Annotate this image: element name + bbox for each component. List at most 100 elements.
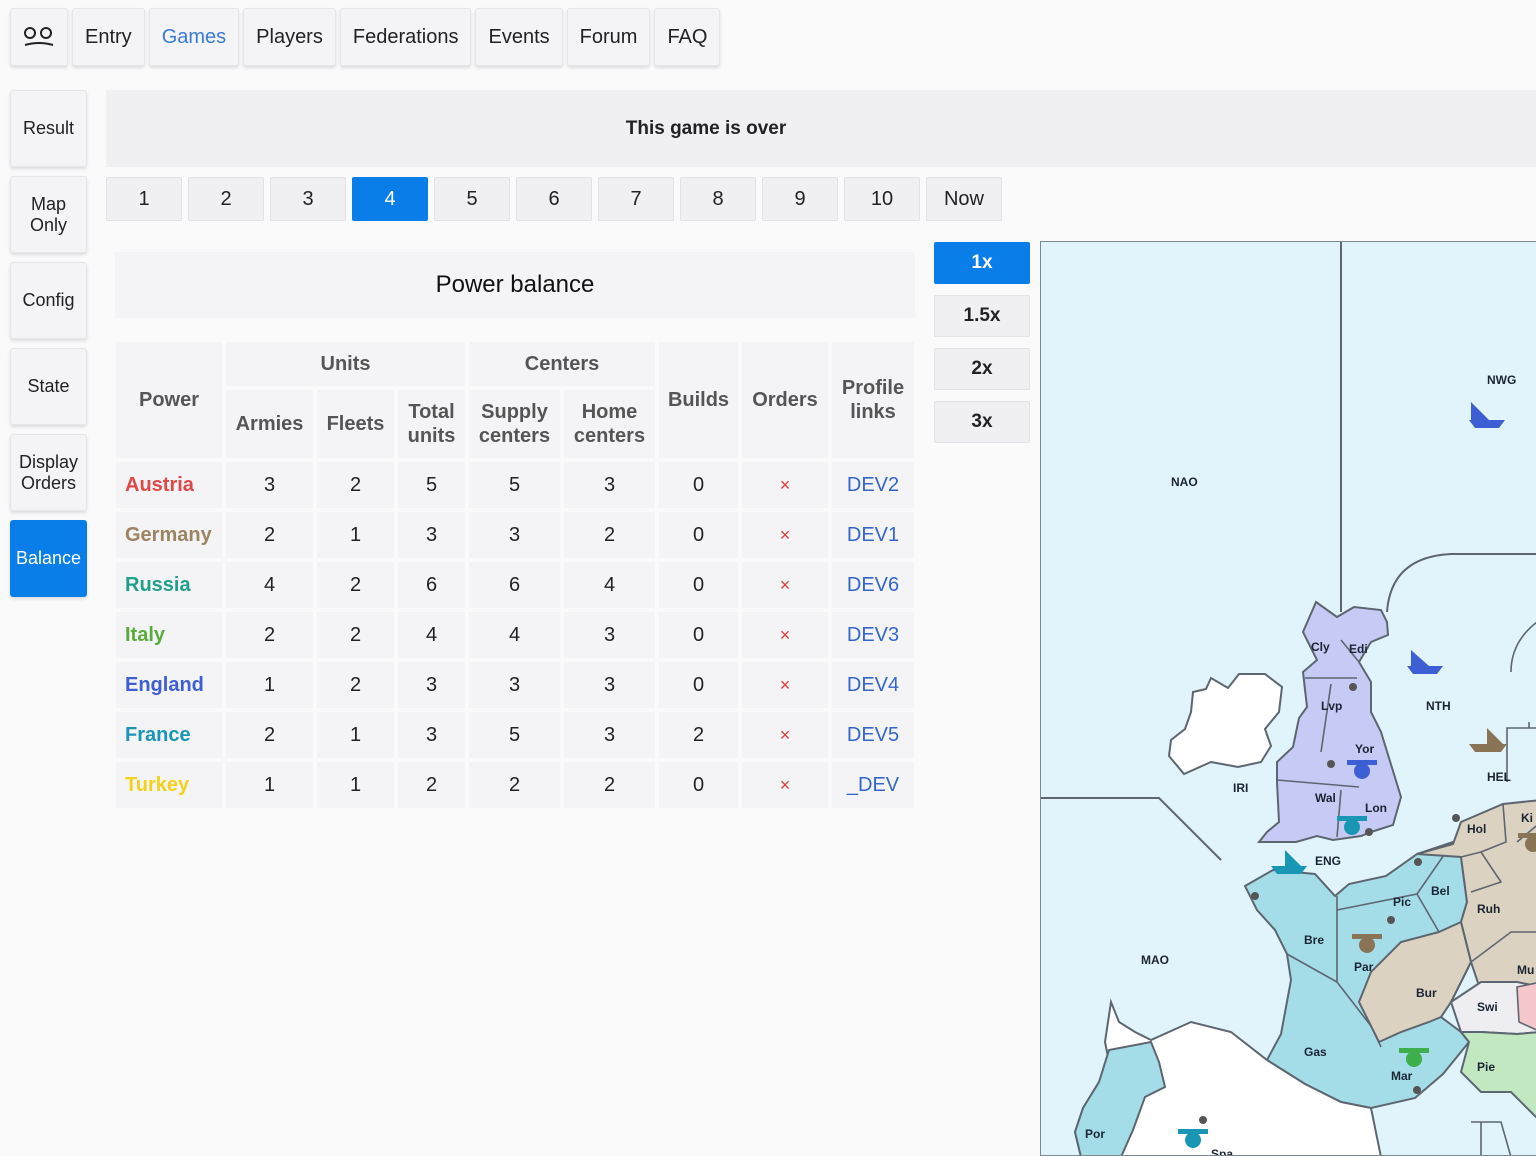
nav-forum[interactable]: Forum bbox=[566, 8, 651, 66]
profile-link[interactable]: DEV4 bbox=[832, 662, 914, 708]
header-centers: Centers bbox=[469, 342, 655, 386]
map-label: NTH bbox=[1426, 699, 1451, 713]
profile-link[interactable]: DEV6 bbox=[832, 562, 914, 608]
total-units-cell: 3 bbox=[398, 662, 465, 708]
supply-centers-cell: 4 bbox=[469, 612, 560, 658]
map-label: Gas bbox=[1304, 1045, 1327, 1059]
fleets-cell: 2 bbox=[317, 612, 394, 658]
nav-entry[interactable]: Entry bbox=[72, 8, 145, 66]
home-centers-cell: 3 bbox=[564, 712, 655, 758]
map-region-italy[interactable] bbox=[1458, 1031, 1536, 1122]
home-centers-cell: 2 bbox=[564, 512, 655, 558]
sidebar-state[interactable]: State bbox=[10, 348, 87, 425]
power-name: England bbox=[116, 662, 222, 708]
orders-status-icon: × bbox=[742, 512, 828, 558]
phase-button[interactable]: 3 bbox=[270, 177, 346, 221]
builds-cell: 2 bbox=[659, 712, 738, 758]
fleets-cell: 1 bbox=[317, 512, 394, 558]
header-home-centers: Home centers bbox=[564, 390, 655, 458]
map-label: Por bbox=[1085, 1127, 1105, 1141]
map-label: Mar bbox=[1391, 1069, 1413, 1083]
map-label: ENG bbox=[1315, 854, 1341, 868]
nav-games[interactable]: Games bbox=[148, 8, 240, 66]
map-label: Cly bbox=[1311, 640, 1330, 654]
fleet-icon bbox=[1271, 850, 1307, 874]
power-name: France bbox=[116, 712, 222, 758]
fleets-cell: 2 bbox=[317, 462, 394, 508]
map-label: Lvp bbox=[1321, 699, 1342, 713]
zoom-2x-button[interactable]: 2x bbox=[934, 348, 1030, 390]
map-label: Swi bbox=[1477, 1000, 1498, 1014]
map-label: Pie bbox=[1477, 1060, 1495, 1074]
profile-link[interactable]: DEV2 bbox=[832, 462, 914, 508]
table-row: Italy 2 2 4 4 3 0 × DEV3 bbox=[116, 612, 914, 658]
sidebar-balance[interactable]: Balance bbox=[10, 520, 87, 597]
nav-players[interactable]: Players bbox=[243, 8, 336, 66]
map-svg: NWG NAO NTH Cly Edi Lvp Yor IRI Wal Lon … bbox=[1041, 242, 1536, 1155]
profile-link[interactable]: DEV5 bbox=[832, 712, 914, 758]
phase-button-now[interactable]: Now bbox=[926, 177, 1002, 221]
table-row: Turkey 1 1 2 2 2 0 × _DEV bbox=[116, 762, 914, 808]
map-label: NWG bbox=[1487, 373, 1516, 387]
phase-button[interactable]: 10 bbox=[844, 177, 920, 221]
fleet-icon bbox=[1407, 650, 1443, 674]
phase-button[interactable]: 5 bbox=[434, 177, 510, 221]
sidebar-display-orders[interactable]: Display Orders bbox=[10, 434, 87, 511]
map-label: Edi bbox=[1349, 642, 1368, 656]
orders-status-icon: × bbox=[742, 662, 828, 708]
home-centers-cell: 4 bbox=[564, 562, 655, 608]
nav-faq[interactable]: FAQ bbox=[654, 8, 721, 66]
fleets-cell: 2 bbox=[317, 562, 394, 608]
orders-status-icon: × bbox=[742, 762, 828, 808]
builds-cell: 0 bbox=[659, 762, 738, 808]
zoom-1x-button[interactable]: 1x bbox=[934, 242, 1030, 284]
builds-cell: 0 bbox=[659, 612, 738, 658]
profile-link[interactable]: DEV3 bbox=[832, 612, 914, 658]
sidebar-map-only[interactable]: Map Only bbox=[10, 176, 87, 253]
header-profile-links: Profile links bbox=[832, 342, 914, 458]
sidebar-config[interactable]: Config bbox=[10, 262, 87, 339]
power-name: Austria bbox=[116, 462, 222, 508]
header-armies: Armies bbox=[226, 390, 313, 458]
logo-button[interactable] bbox=[10, 8, 68, 66]
sidebar-result[interactable]: Result bbox=[10, 90, 87, 167]
profile-link[interactable]: _DEV bbox=[832, 762, 914, 808]
header-power: Power bbox=[116, 342, 222, 458]
face-logo-icon bbox=[24, 27, 54, 46]
power-name: Italy bbox=[116, 612, 222, 658]
header-orders: Orders bbox=[742, 342, 828, 458]
phase-button[interactable]: 1 bbox=[106, 177, 182, 221]
header-fleets: Fleets bbox=[317, 390, 394, 458]
table-row: France 2 1 3 5 3 2 × DEV5 bbox=[116, 712, 914, 758]
nav-events[interactable]: Events bbox=[475, 8, 563, 66]
header-total-units: Total units bbox=[398, 390, 465, 458]
phase-button[interactable]: 8 bbox=[680, 177, 756, 221]
phase-button-active[interactable]: 4 bbox=[352, 177, 428, 221]
total-units-cell: 3 bbox=[398, 512, 465, 558]
nav-federations[interactable]: Federations bbox=[339, 8, 472, 66]
map-label: NAO bbox=[1171, 475, 1198, 489]
map-label: Par bbox=[1354, 960, 1374, 974]
zoom-1-5x-button[interactable]: 1.5x bbox=[934, 295, 1030, 337]
armies-cell: 4 bbox=[226, 562, 313, 608]
phase-button[interactable]: 9 bbox=[762, 177, 838, 221]
header-units: Units bbox=[226, 342, 465, 386]
orders-status-icon: × bbox=[742, 612, 828, 658]
phase-button[interactable]: 2 bbox=[188, 177, 264, 221]
map-label: Hol bbox=[1467, 822, 1486, 836]
builds-cell: 0 bbox=[659, 562, 738, 608]
power-name: Turkey bbox=[116, 762, 222, 808]
phase-selector: 1 2 3 4 5 6 7 8 9 10 Now bbox=[106, 177, 1002, 221]
phase-button[interactable]: 6 bbox=[516, 177, 592, 221]
phase-button[interactable]: 7 bbox=[598, 177, 674, 221]
home-centers-cell: 3 bbox=[564, 612, 655, 658]
map-region-ireland[interactable] bbox=[1167, 673, 1284, 776]
supply-centers-cell: 3 bbox=[469, 512, 560, 558]
supply-centers-cell: 2 bbox=[469, 762, 560, 808]
profile-link[interactable]: DEV1 bbox=[832, 512, 914, 558]
game-map[interactable]: NWG NAO NTH Cly Edi Lvp Yor IRI Wal Lon … bbox=[1040, 241, 1536, 1156]
fleets-cell: 1 bbox=[317, 762, 394, 808]
supply-centers-cell: 3 bbox=[469, 662, 560, 708]
zoom-3x-button[interactable]: 3x bbox=[934, 401, 1030, 443]
fleets-cell: 1 bbox=[317, 712, 394, 758]
